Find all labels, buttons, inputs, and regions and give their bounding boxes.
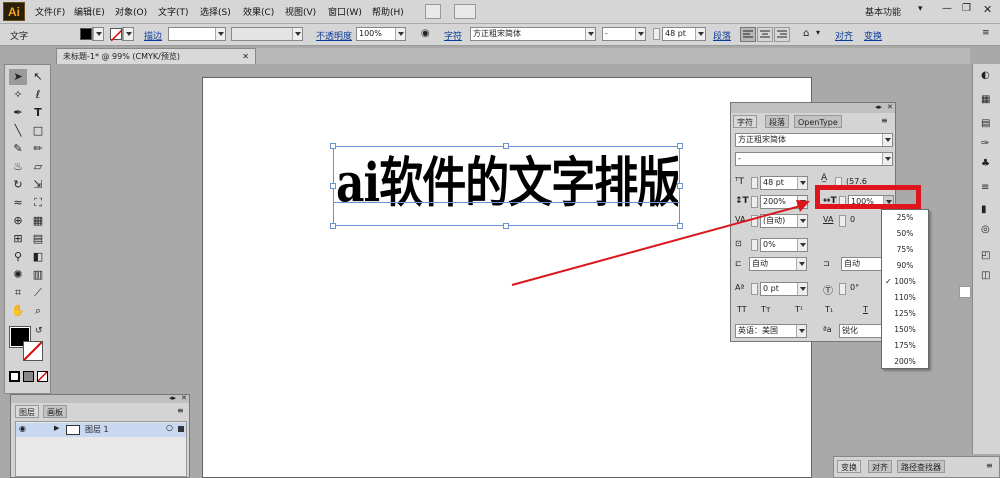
transform-menu-icon[interactable]: ≡ [986,461,993,470]
transform-panel-group: 变换 对齐 路径查找器 ≡ [833,456,1000,478]
scale-option-50[interactable]: 50% [882,229,928,238]
scale-option-75[interactable]: 75% [882,245,928,254]
scale-option-110[interactable]: 110% [882,293,928,302]
scale-option-25[interactable]: 25% [882,213,928,222]
tab-align[interactable]: 对齐 [868,460,892,473]
scale-option-100[interactable]: 100% [882,277,928,286]
scale-option-200[interactable]: 200% [882,357,928,366]
scale-option-175[interactable]: 175% [882,341,928,350]
scale-option-125[interactable]: 125% [882,309,928,318]
tab-pathfinder[interactable]: 路径查找器 [897,460,945,473]
annotation-arrow [511,200,810,286]
tab-transform[interactable]: 变换 [837,460,861,473]
scale-option-150[interactable]: 150% [882,325,928,334]
scale-option-90[interactable]: 90% [882,261,928,270]
scale-dropdown-menu: 25% 50% 75% 90% ✓ 100% 110% 125% 150% 17… [881,209,929,369]
